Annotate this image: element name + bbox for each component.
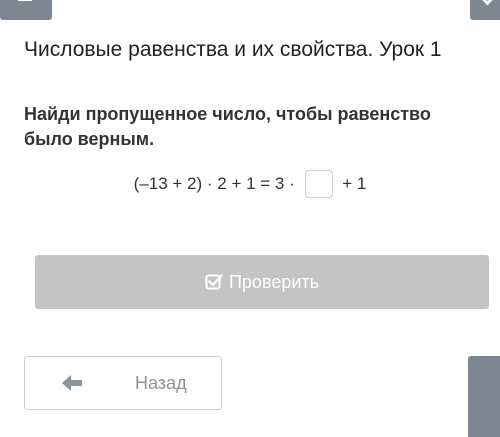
arrow-left-icon (62, 375, 82, 391)
answer-input[interactable] (304, 170, 333, 198)
menu-button[interactable] (0, 0, 52, 20)
task-instruction: Найди пропущенное число, чтобы равенство… (24, 104, 431, 149)
chevron-down-icon (479, 0, 496, 6)
back-button[interactable]: Назад (24, 356, 222, 410)
equation-left-part: (–13 + 2) · 2 + 1 = 3 · (133, 174, 300, 193)
lesson-title: Числовые равенства и их свойства. Урок 1 (24, 38, 442, 61)
back-button-label: Назад (135, 373, 187, 393)
menu-icon (18, 0, 32, 1)
lesson-page: Числовые равенства и их свойства. Урок 1… (0, 0, 500, 437)
check-button[interactable]: Проверить (35, 255, 489, 309)
check-button-label: Проверить (228, 271, 320, 292)
checkbox-check-icon (205, 274, 223, 290)
equation: (–13 + 2) · 2 + 1 = 3 · + 1 (0, 165, 500, 203)
collapse-button[interactable] (470, 0, 500, 20)
next-button[interactable] (468, 356, 500, 437)
equation-right-part: + 1 (337, 174, 367, 193)
